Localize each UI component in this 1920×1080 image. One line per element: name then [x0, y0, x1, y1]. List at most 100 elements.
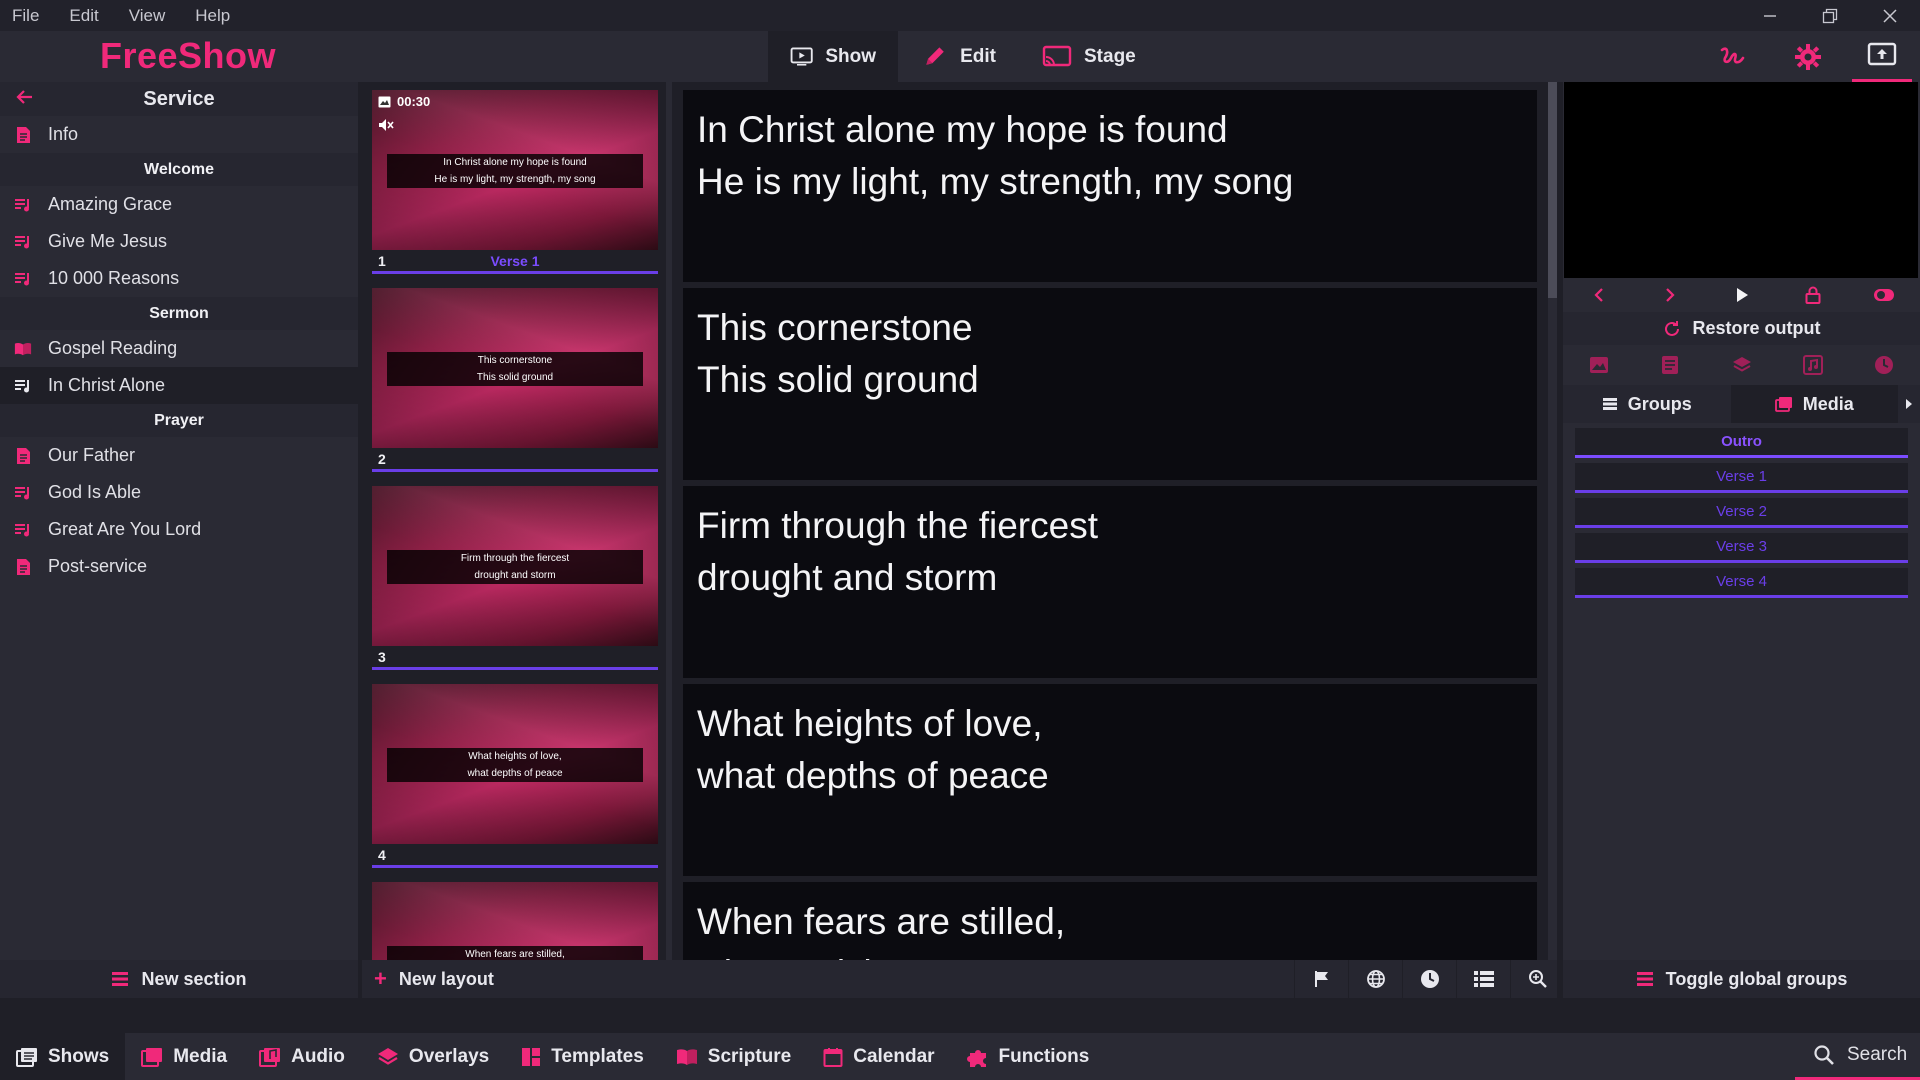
restore-output-button[interactable]: Restore output — [1563, 312, 1920, 345]
project-item[interactable]: Great Are You Lord — [0, 511, 358, 548]
section-header[interactable]: Prayer — [0, 404, 358, 437]
thumbnail-line: He is my light, my strength, my song — [434, 174, 596, 185]
chevron-right-icon[interactable] — [1898, 385, 1920, 423]
document-icon — [14, 447, 32, 465]
output-controls — [1563, 278, 1920, 312]
thumbnail-line: Firm through the fiercest — [460, 553, 570, 564]
search-button[interactable]: Search — [1795, 1033, 1920, 1080]
slide-thumbnail[interactable]: This cornerstone This solid ground — [372, 288, 658, 448]
restore-window-icon[interactable] — [1800, 0, 1860, 31]
project-item-label: Our Father — [48, 445, 136, 465]
tab-audio-label: Audio — [291, 1045, 345, 1067]
project-item[interactable]: Give Me Jesus — [0, 223, 358, 260]
lock-icon[interactable] — [1777, 278, 1848, 312]
slide-number: 2 — [378, 450, 386, 467]
document-icon — [14, 126, 32, 144]
song-icon — [14, 270, 32, 288]
app-logo: FreeShow — [100, 35, 277, 76]
group-item[interactable]: Verse 1 — [1575, 463, 1908, 493]
group-item[interactable]: Verse 4 — [1575, 568, 1908, 598]
project-item[interactable]: Our Father — [0, 437, 358, 474]
tab-functions[interactable]: Functions — [951, 1033, 1106, 1080]
lyric-line: What heights of love, — [697, 703, 1043, 744]
calendar-icon — [823, 1047, 843, 1067]
previous-slide-icon[interactable] — [1563, 278, 1634, 312]
tab-audio[interactable]: Audio — [243, 1033, 361, 1080]
group-item[interactable]: Outro — [1575, 428, 1908, 458]
menu-edit[interactable]: Edit — [69, 6, 98, 26]
tab-show[interactable]: Show — [768, 31, 898, 82]
slide-text[interactable]: What heights of love, what depths of peac… — [683, 684, 1537, 876]
project-item[interactable]: God Is Able — [0, 474, 358, 511]
tab-media-library[interactable]: Media — [125, 1033, 243, 1080]
tab-templates-label: Templates — [551, 1045, 644, 1067]
close-window-icon[interactable] — [1860, 0, 1920, 31]
project-item[interactable]: Post-service — [0, 548, 358, 585]
background-image-icon[interactable] — [1563, 345, 1634, 385]
slide-thumbnail[interactable]: Firm through the fiercest drought and sto… — [372, 486, 658, 646]
song-icon — [14, 196, 32, 214]
project-item[interactable]: In Christ Alone — [0, 367, 358, 404]
project-item[interactable]: 10 000 Reasons — [0, 260, 358, 297]
scrollbar-thumb[interactable] — [1548, 82, 1557, 298]
tab-media[interactable]: Media — [1730, 385, 1898, 423]
slide[interactable]: Firm through the fiercest drought and sto… — [362, 478, 1557, 678]
project-item[interactable]: Gospel Reading — [0, 330, 358, 367]
project-item[interactable]: Amazing Grace — [0, 186, 358, 223]
slide-thumbnail[interactable]: What heights of love, what depths of peac… — [372, 684, 658, 844]
menu-help[interactable]: Help — [195, 6, 230, 26]
slide-timer: 00:30 — [378, 94, 430, 109]
tab-calendar[interactable]: Calendar — [807, 1033, 950, 1080]
slide-text-icon[interactable] — [1634, 345, 1705, 385]
tab-scripture[interactable]: Scripture — [660, 1033, 807, 1080]
settings-gear-icon[interactable] — [1778, 31, 1838, 82]
tab-templates[interactable]: Templates — [505, 1033, 660, 1080]
tab-groups[interactable]: Groups — [1563, 385, 1731, 423]
group-item[interactable]: Verse 3 — [1575, 533, 1908, 563]
globe-icon[interactable] — [1348, 960, 1402, 998]
toggle-global-groups-button[interactable]: Toggle global groups — [1563, 960, 1920, 998]
new-section-label: New section — [141, 968, 247, 989]
toggle-global-groups-label: Toggle global groups — [1665, 968, 1848, 989]
slide-text[interactable]: Firm through the fiercest drought and sto… — [683, 486, 1537, 678]
slide[interactable]: What heights of love, what depths of peac… — [362, 676, 1557, 876]
draw-tool-icon[interactable] — [1703, 31, 1763, 82]
new-layout-button[interactable]: + New layout — [374, 968, 494, 990]
lyric-line: He is my light, my strength, my song — [697, 161, 1294, 202]
zoom-icon[interactable] — [1510, 960, 1557, 998]
section-header[interactable]: Sermon — [0, 297, 358, 330]
tab-shows[interactable]: Shows — [0, 1033, 126, 1080]
output-layer-toolbar — [1563, 345, 1920, 385]
slides-scrollbar[interactable] — [1548, 82, 1557, 960]
minimize-icon[interactable] — [1740, 0, 1800, 31]
overlay-layers-icon[interactable] — [1706, 345, 1777, 385]
play-icon[interactable] — [1706, 278, 1777, 312]
thumbnail-text: This cornerstone This solid ground — [387, 352, 643, 386]
next-slide-icon[interactable] — [1634, 278, 1705, 312]
slide-text[interactable]: In Christ alone my hope is found He is my… — [683, 90, 1537, 282]
output-panel: Restore output Groups Media Outro Verse 1… — [1563, 82, 1920, 998]
tab-stage[interactable]: Stage — [1020, 31, 1160, 82]
clock-icon[interactable] — [1402, 960, 1456, 998]
tab-overlays[interactable]: Overlays — [361, 1033, 505, 1080]
new-section-button[interactable]: New section — [0, 960, 358, 998]
tab-edit[interactable]: Edit — [900, 31, 1018, 82]
output-preview[interactable] — [1564, 82, 1918, 278]
toggle-output-icon[interactable] — [1849, 278, 1920, 312]
group-item[interactable]: Verse 2 — [1575, 498, 1908, 528]
project-item[interactable]: Info — [0, 116, 358, 153]
menu-file[interactable]: File — [12, 6, 39, 26]
slide[interactable]: In Christ alone my hope is found He is my… — [362, 82, 1557, 282]
slide-thumbnail[interactable]: In Christ alone my hope is found He is my… — [372, 90, 658, 250]
slide[interactable]: This cornerstone This solid ground 2 This c… — [362, 280, 1557, 480]
list-view-icon[interactable] — [1456, 960, 1510, 998]
back-arrow-icon[interactable] — [16, 86, 34, 112]
audio-music-icon[interactable] — [1777, 345, 1848, 385]
timer-clock-icon[interactable] — [1849, 345, 1920, 385]
menu-view[interactable]: View — [129, 6, 166, 26]
slide-text[interactable]: This cornerstone This solid ground — [683, 288, 1537, 480]
flag-icon[interactable] — [1294, 960, 1348, 998]
output-display-icon[interactable] — [1852, 31, 1912, 82]
project-header: Service — [0, 82, 358, 116]
section-header[interactable]: Welcome — [0, 153, 358, 186]
